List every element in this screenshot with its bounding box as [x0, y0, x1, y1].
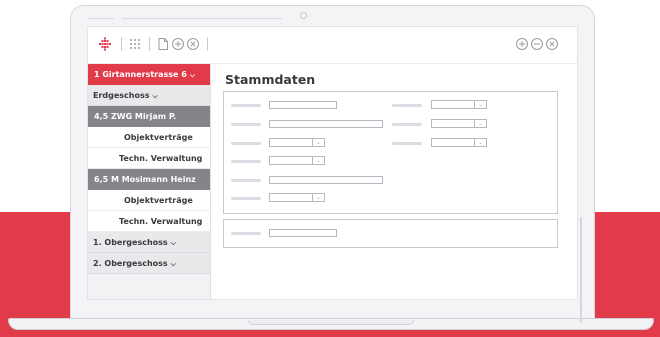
field-label: [231, 104, 261, 107]
text-field[interactable]: [269, 101, 337, 109]
close-circle-icon[interactable]: [186, 37, 200, 51]
minus-circle-icon[interactable]: [530, 37, 544, 51]
chevron-down-icon: ⌵: [170, 260, 176, 268]
dropdown-select[interactable]: ⌄: [431, 138, 487, 147]
lid-decor-line: [88, 18, 114, 19]
field-label: [231, 197, 261, 200]
field-label: [231, 123, 261, 126]
dropdown-select[interactable]: ⌄: [269, 193, 325, 202]
field-label: [231, 142, 261, 145]
toolbar-separator: [121, 37, 122, 51]
chevron-down-icon: ⌄: [312, 139, 324, 146]
field-label: [392, 104, 422, 107]
sidebar-item-label: 6,5 M Mosimann Heinz: [94, 175, 196, 184]
dropdown-select[interactable]: ⌄: [431, 119, 487, 128]
sidebar-item-label: 1. Obergeschoss: [93, 238, 168, 247]
sidebar-item-techn-verwaltung[interactable]: Techn. Verwaltung: [88, 211, 210, 232]
grid-dots-icon[interactable]: [128, 37, 142, 51]
sidebar-item-erdgeschoss[interactable]: Erdgeschoss ⌵: [88, 85, 210, 106]
sidebar-item-label: Objektverträge: [124, 196, 193, 205]
secondary-form-panel: [223, 219, 558, 248]
sidebar-item-zwg-mirjam[interactable]: 4,5 ZWG Mirjam P.: [88, 106, 210, 127]
field-label: [231, 179, 261, 182]
text-field[interactable]: [269, 176, 383, 184]
sidebar-item-label: 2. Obergeschoss: [93, 259, 168, 268]
toolbar-separator: [207, 37, 208, 51]
sidebar-item-label: 1 Girtannerstrasse 6: [94, 70, 187, 79]
text-field[interactable]: [269, 120, 383, 128]
dropdown-select[interactable]: ⌄: [269, 156, 325, 165]
scrollbar[interactable]: [580, 217, 582, 323]
chevron-down-icon: ⌄: [474, 120, 486, 127]
toolbar: [88, 27, 577, 64]
sidebar-item-obergeschoss-2[interactable]: 2. Obergeschoss ⌵: [88, 253, 210, 274]
chevron-down-icon: ⌄: [312, 157, 324, 164]
sidebar-item-mosimann-heinz[interactable]: 6,5 M Mosimann Heinz: [88, 169, 210, 190]
close-circle-icon[interactable]: [545, 37, 559, 51]
text-field[interactable]: [269, 229, 337, 237]
dropdown-select[interactable]: ⌄: [431, 100, 487, 109]
stammdaten-form-panel: ⌄ ⌄ ⌄ ⌄ ⌄ ⌄: [223, 91, 558, 214]
chevron-down-icon: ⌵: [152, 92, 158, 100]
sidebar-item-obergeschoss-1[interactable]: 1. Obergeschoss ⌵: [88, 232, 210, 253]
chevron-down-icon: ⌄: [312, 194, 324, 201]
sidebar-item-label: 4,5 ZWG Mirjam P.: [94, 112, 177, 121]
diamond-logo-icon[interactable]: [98, 37, 112, 51]
document-icon[interactable]: [156, 37, 170, 51]
sidebar-item-label: Erdgeschoss: [93, 91, 150, 100]
field-label: [392, 142, 422, 145]
sidebar-item-label: Techn. Verwaltung: [119, 154, 203, 163]
sidebar-item-label: Objektverträge: [124, 133, 193, 142]
field-label: [231, 160, 261, 163]
sidebar-item-objektvertraege[interactable]: Objektverträge: [88, 127, 210, 148]
sidebar-item-girtannerstrasse[interactable]: 1 Girtannerstrasse 6 ⌵: [88, 64, 210, 85]
app-screen: 1 Girtannerstrasse 6 ⌵ Erdgeschoss ⌵ 4,5 Z…: [87, 26, 582, 323]
page-title: Stammdaten: [225, 72, 316, 87]
laptop-base-notch: [248, 320, 414, 325]
camera-icon: [300, 12, 307, 19]
sidebar-divider: [210, 64, 211, 299]
sidebar: 1 Girtannerstrasse 6 ⌵ Erdgeschoss ⌵ 4,5 Z…: [88, 64, 210, 299]
lid-decor-line: [122, 18, 282, 19]
plus-circle-icon[interactable]: [171, 37, 185, 51]
chevron-down-icon: ⌵: [170, 239, 176, 247]
sidebar-item-label: Techn. Verwaltung: [119, 217, 203, 226]
dropdown-select[interactable]: ⌄: [269, 138, 325, 147]
sidebar-item-objektvertraege[interactable]: Objektverträge: [88, 190, 210, 211]
chevron-down-icon: ⌄: [474, 139, 486, 146]
plus-circle-icon[interactable]: [515, 37, 529, 51]
chevron-down-icon: ⌄: [474, 101, 486, 108]
field-label: [231, 232, 261, 235]
sidebar-item-techn-verwaltung[interactable]: Techn. Verwaltung: [88, 148, 210, 169]
chevron-down-icon: ⌵: [189, 71, 196, 79]
field-label: [392, 123, 422, 126]
toolbar-separator: [149, 37, 150, 51]
